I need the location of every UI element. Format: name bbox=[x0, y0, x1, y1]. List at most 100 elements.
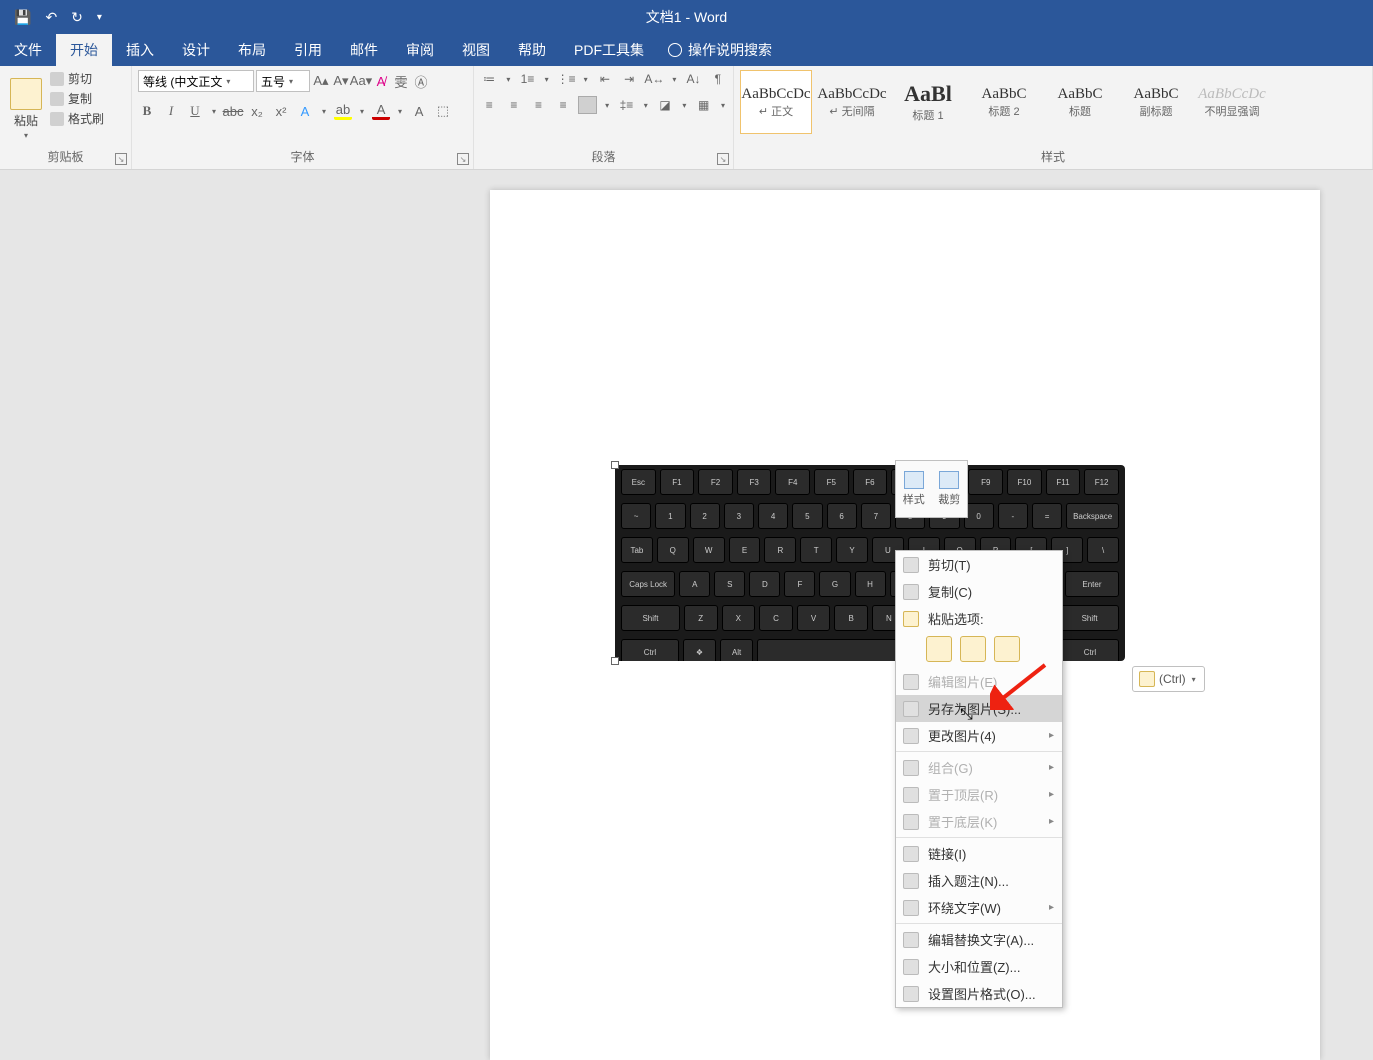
keyboard-key: \ bbox=[1087, 537, 1119, 563]
ctx-wrap-text[interactable]: 环绕文字(W)▸ bbox=[896, 894, 1062, 921]
char-border-icon[interactable]: ⬚ bbox=[434, 102, 452, 120]
tab-layout[interactable]: 布局 bbox=[224, 34, 280, 66]
clear-format-icon[interactable]: A̸ bbox=[372, 72, 390, 90]
tab-help[interactable]: 帮助 bbox=[504, 34, 560, 66]
resize-handle[interactable] bbox=[611, 461, 619, 469]
grow-font-icon[interactable]: A▴ bbox=[312, 72, 330, 90]
superscript-button[interactable]: x² bbox=[272, 102, 290, 120]
bullets-icon[interactable]: ≔ bbox=[480, 70, 498, 88]
keyboard-key: Enter bbox=[1065, 571, 1119, 597]
ctx-size-position[interactable]: 大小和位置(Z)... bbox=[896, 953, 1062, 980]
ctx-save-as-picture[interactable]: 另存为图片(S)... bbox=[896, 695, 1062, 722]
tab-review[interactable]: 审阅 bbox=[392, 34, 448, 66]
fill-icon[interactable]: ◪ bbox=[656, 96, 675, 114]
style-item[interactable]: AaBl标题 1 bbox=[892, 70, 964, 134]
show-marks-icon[interactable]: ¶ bbox=[709, 70, 727, 88]
tell-me-search[interactable]: 操作说明搜索 bbox=[658, 34, 772, 66]
format-painter-button[interactable]: 格式刷 bbox=[50, 110, 104, 127]
underline-button[interactable]: U bbox=[186, 102, 204, 120]
ctx-copy[interactable]: 复制(C) bbox=[896, 578, 1062, 605]
tab-file[interactable]: 文件 bbox=[0, 34, 56, 66]
paste-option-keep-source[interactable] bbox=[926, 636, 952, 662]
crop-button[interactable]: 裁剪 bbox=[932, 461, 968, 517]
ltr-icon[interactable]: A↔ bbox=[644, 70, 664, 88]
group-label: 字体 bbox=[138, 148, 467, 167]
title-bar: 💾 ↶ ↻ ▾ 文档1 - Word bbox=[0, 0, 1373, 34]
align-right-icon[interactable]: ≡ bbox=[529, 96, 548, 114]
keyboard-key: Esc bbox=[621, 469, 656, 495]
group-label: 样式 bbox=[740, 148, 1366, 167]
font-family-combo[interactable]: 等线 (中文正文▾ bbox=[138, 70, 254, 92]
ctx-alt-text[interactable]: 编辑替换文字(A)... bbox=[896, 926, 1062, 953]
bold-button[interactable]: B bbox=[138, 102, 156, 120]
dialog-launcher-icon[interactable]: ↘ bbox=[115, 153, 127, 165]
italic-button[interactable]: I bbox=[162, 102, 180, 120]
numbering-icon[interactable]: 1≡ bbox=[518, 70, 536, 88]
ribbon-tabs: 文件 开始 插入 设计 布局 引用 邮件 审阅 视图 帮助 PDF工具集 操作说… bbox=[0, 34, 1373, 66]
dialog-launcher-icon[interactable]: ↘ bbox=[717, 153, 729, 165]
phonetic-icon[interactable]: 雯 bbox=[392, 72, 410, 90]
text-effect-icon[interactable]: A bbox=[296, 102, 314, 120]
align-left-icon[interactable]: ≡ bbox=[480, 96, 499, 114]
ctx-link[interactable]: 链接(I) bbox=[896, 840, 1062, 867]
ctx-cut[interactable]: 剪切(T) bbox=[896, 551, 1062, 578]
multilevel-icon[interactable]: ⋮≡ bbox=[557, 70, 576, 88]
style-item[interactable]: AaBbC标题 bbox=[1044, 70, 1116, 134]
shading-icon[interactable] bbox=[578, 96, 597, 114]
paste-options-float[interactable]: (Ctrl) ▾ bbox=[1132, 666, 1205, 692]
tab-design[interactable]: 设计 bbox=[168, 34, 224, 66]
tab-mailings[interactable]: 邮件 bbox=[336, 34, 392, 66]
increase-indent-icon[interactable]: ⇥ bbox=[620, 70, 638, 88]
keyboard-key: G bbox=[819, 571, 850, 597]
style-item[interactable]: AaBbCcDc↵ 无间隔 bbox=[816, 70, 888, 134]
style-item[interactable]: AaBbCcDc不明显强调 bbox=[1196, 70, 1268, 134]
justify-icon[interactable]: ≡ bbox=[554, 96, 573, 114]
tab-home[interactable]: 开始 bbox=[56, 34, 112, 66]
save-icon[interactable]: 💾 bbox=[14, 9, 31, 26]
decrease-indent-icon[interactable]: ⇤ bbox=[596, 70, 614, 88]
crop-icon bbox=[939, 471, 959, 489]
tab-view[interactable]: 视图 bbox=[448, 34, 504, 66]
group-font: 等线 (中文正文▾ 五号▾ A▴ A▾ Aa▾ A̸ 雯 Ⓐ B I U▾ ab… bbox=[132, 66, 474, 169]
ctx-format-picture[interactable]: 设置图片格式(O)... bbox=[896, 980, 1062, 1007]
line-spacing-icon[interactable]: ‡≡ bbox=[617, 96, 636, 114]
paste-option-picture[interactable] bbox=[994, 636, 1020, 662]
enclose-icon[interactable]: Ⓐ bbox=[412, 72, 430, 90]
paste-option-merge[interactable] bbox=[960, 636, 986, 662]
tab-references[interactable]: 引用 bbox=[280, 34, 336, 66]
dialog-launcher-icon[interactable]: ↘ bbox=[457, 153, 469, 165]
cut-button[interactable]: 剪切 bbox=[50, 70, 104, 87]
align-center-icon[interactable]: ≡ bbox=[505, 96, 524, 114]
paste-button[interactable]: 粘贴 ▾ bbox=[6, 70, 46, 148]
font-color-icon[interactable]: A bbox=[372, 102, 390, 120]
tab-pdf[interactable]: PDF工具集 bbox=[560, 34, 658, 66]
tab-insert[interactable]: 插入 bbox=[112, 34, 168, 66]
keyboard-key: Shift bbox=[1060, 605, 1119, 631]
strike-button[interactable]: abc bbox=[224, 102, 242, 120]
char-shading-icon[interactable]: A bbox=[410, 102, 428, 120]
ctx-caption[interactable]: 插入题注(N)... bbox=[896, 867, 1062, 894]
style-item[interactable]: AaBbC副标题 bbox=[1120, 70, 1192, 134]
resize-handle[interactable] bbox=[611, 657, 619, 665]
keyboard-key: F11 bbox=[1046, 469, 1081, 495]
keyboard-key: R bbox=[764, 537, 796, 563]
caption-icon bbox=[902, 872, 920, 890]
keyboard-key: Ctrl bbox=[1061, 639, 1119, 661]
highlight-icon[interactable]: ab bbox=[334, 102, 352, 120]
style-item[interactable]: AaBbCcDc↵ 正文 bbox=[740, 70, 812, 134]
ctx-change-picture[interactable]: 更改图片(4)▸ bbox=[896, 722, 1062, 749]
change-case-icon[interactable]: Aa▾ bbox=[352, 72, 370, 90]
borders-icon[interactable]: ▦ bbox=[694, 96, 713, 114]
picture-style-button[interactable]: 样式 bbox=[896, 461, 932, 517]
style-item[interactable]: AaBbC标题 2 bbox=[968, 70, 1040, 134]
sort-icon[interactable]: A↓ bbox=[684, 70, 702, 88]
redo-icon[interactable]: ↻ bbox=[71, 9, 83, 26]
styles-gallery[interactable]: AaBbCcDc↵ 正文AaBbCcDc↵ 无间隔AaBl标题 1AaBbC标题… bbox=[740, 70, 1268, 148]
undo-icon[interactable]: ↶ bbox=[45, 9, 57, 26]
subscript-button[interactable]: x₂ bbox=[248, 102, 266, 120]
font-size-combo[interactable]: 五号▾ bbox=[256, 70, 310, 92]
keyboard-key: Backspace bbox=[1066, 503, 1119, 529]
copy-button[interactable]: 复制 bbox=[50, 90, 104, 107]
qat-more-icon[interactable]: ▾ bbox=[97, 12, 102, 23]
shrink-font-icon[interactable]: A▾ bbox=[332, 72, 350, 90]
